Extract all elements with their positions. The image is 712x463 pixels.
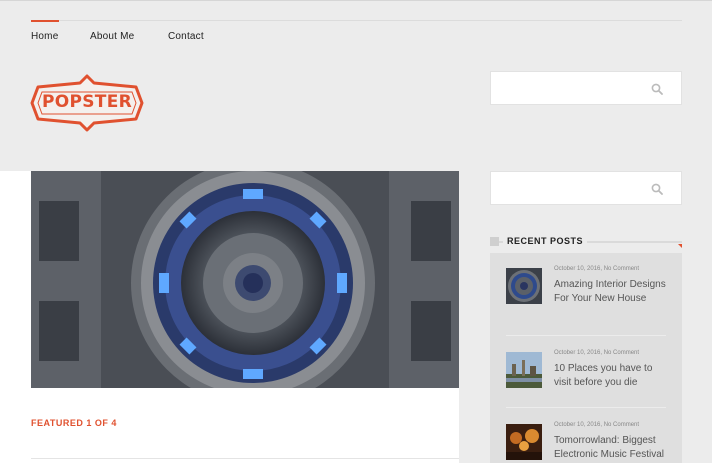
city-thumbnail-image (506, 352, 542, 388)
nav-item-about-me[interactable]: About Me (90, 31, 134, 42)
post-meta: October 10, 2016, No Comment (554, 422, 640, 428)
recent-posts-title: RECENT POSTS (503, 236, 588, 246)
nav-active-indicator (31, 20, 59, 22)
main-nav: Home About Me Contact (31, 20, 682, 54)
post-thumbnail[interactable] (506, 352, 542, 388)
logo-text: POPSTER (41, 92, 132, 112)
post-date: October 10, 2016 (554, 350, 601, 356)
post-comments[interactable]: No Comment (604, 350, 639, 356)
dome-photo (31, 171, 459, 388)
search-icon[interactable] (651, 83, 663, 95)
post-date: October 10, 2016 (554, 422, 601, 428)
post-date: October 10, 2016 (554, 266, 601, 272)
header-search (490, 71, 682, 105)
nav-item-contact[interactable]: Contact (168, 31, 204, 42)
sidebar-search (490, 171, 682, 205)
festival-thumbnail-image (506, 424, 542, 460)
top-border (0, 0, 712, 1)
recent-posts-header: RECENT POSTS (490, 236, 682, 248)
post-separator (506, 335, 666, 336)
nav-item-home[interactable]: Home (31, 31, 58, 42)
post-title[interactable]: Amazing Interior Designs For Your New Ho… (554, 278, 672, 306)
recent-posts-list: October 10, 2016, No Comment Amazing Int… (490, 253, 682, 463)
post-comments[interactable]: No Comment (604, 422, 639, 428)
header-corner-accent (678, 244, 682, 248)
site-logo[interactable]: POPSTER (30, 73, 144, 133)
post-comments[interactable]: No Comment (604, 266, 639, 272)
post-separator (506, 407, 666, 408)
post-thumbnail[interactable] (506, 268, 542, 304)
post-meta: October 10, 2016, No Comment (554, 266, 640, 272)
search-icon[interactable] (651, 183, 663, 195)
featured-slider-image[interactable] (31, 171, 459, 388)
post-thumbnail[interactable] (506, 424, 542, 460)
sidebar-search-input[interactable] (491, 172, 651, 204)
post-title[interactable]: Tomorrowland: Biggest Electronic Music F… (554, 434, 672, 462)
post-title[interactable]: 10 Places you have to visit before you d… (554, 362, 672, 390)
featured-counter: FEATURED 1 OF 4 (31, 418, 117, 428)
dome-thumbnail-image (506, 268, 542, 304)
header-square-marker (490, 237, 499, 246)
content-divider (31, 458, 459, 459)
post-meta: October 10, 2016, No Comment (554, 350, 640, 356)
header-search-input[interactable] (491, 72, 651, 104)
